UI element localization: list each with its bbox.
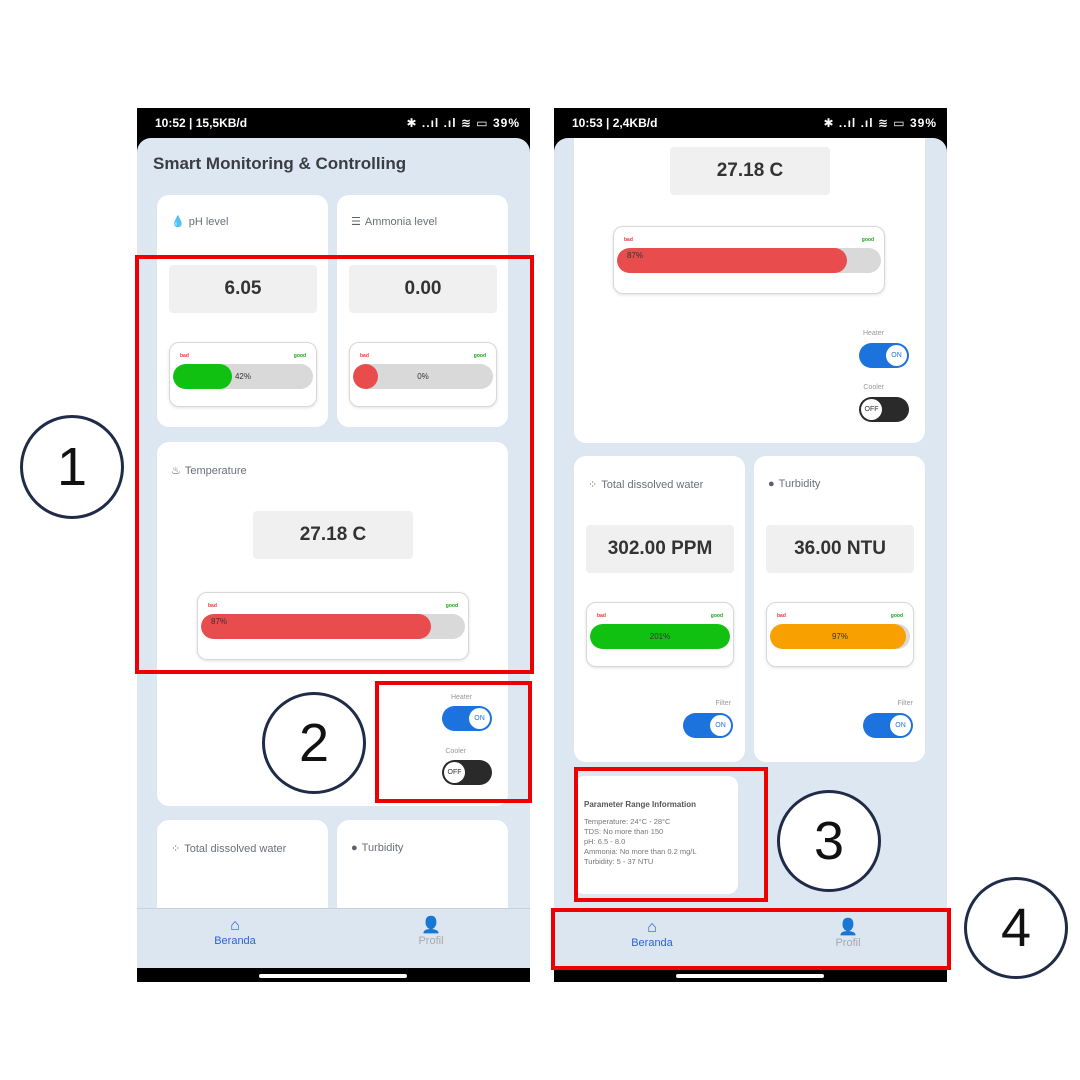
turbidity-header: ● Turbidity (768, 478, 820, 490)
turbidity-gauge: bad good 97% (766, 602, 914, 667)
highlight-box-4 (551, 908, 951, 970)
heater-toggle[interactable]: ON (859, 343, 909, 368)
cooler-toggle-state: OFF (861, 399, 882, 420)
drops-icon: ⁘ (588, 479, 598, 491)
status-time: 10:53 | 2,4KB/d (572, 116, 658, 130)
nav-beranda-label: Beranda (214, 935, 256, 947)
home-indicator[interactable] (259, 974, 407, 978)
status-icons: ✱ ..ıl .ıl ≋ ▭ 39% (823, 116, 937, 130)
heater-label: Heater (862, 330, 884, 337)
gauge-bad-label: bad (777, 613, 786, 619)
cooler-label: Cooler (863, 384, 884, 391)
tds-value: 302.00 PPM (586, 525, 734, 573)
system-nav-strip (554, 968, 947, 982)
gauge-good-label: good (890, 613, 903, 619)
turbidity-card: ● Turbidity 36.00 NTU bad good 97% Filte… (754, 456, 925, 762)
filter-label: Filter (897, 700, 913, 707)
nav-beranda[interactable]: ⌂ Beranda (185, 917, 285, 947)
tds-label: Total dissolved water (184, 842, 287, 855)
callout-2: 2 (262, 692, 366, 794)
gauge-track: 97% (770, 624, 910, 649)
filter-toggle-state: ON (710, 715, 731, 736)
bottom-nav: ⌂ Beranda 👤 Profil (137, 908, 530, 968)
tds-card: ⁘ Total dissolved water 302.00 PPM bad g… (574, 456, 745, 762)
tds-label: Total dissolved water (601, 478, 704, 491)
status-bar: 10:52 | 15,5KB/d ✱ ..ıl .ıl ≋ ▭ 39% (137, 108, 530, 138)
turbidity-label: Turbidity (778, 478, 821, 490)
callout-4: 4 (964, 877, 1068, 979)
turbidity-label: Turbidity (361, 842, 404, 854)
ph-label: pH level (188, 215, 229, 228)
nav-profil-label: Profil (418, 935, 444, 947)
cooler-toggle[interactable]: OFF (859, 397, 909, 422)
gauge-bad-label: bad (597, 613, 606, 619)
callout-3: 3 (777, 790, 881, 892)
water-drop-icon: 💧 (171, 216, 185, 228)
temperature-gauge: bad good 87% (613, 226, 885, 294)
drops-icon: ⁘ (171, 843, 181, 855)
system-nav-strip (137, 968, 530, 982)
gauge-good-label: good (710, 613, 723, 619)
ammonia-header: ☰ Ammonia level (351, 215, 438, 229)
status-bar: 10:53 | 2,4KB/d ✱ ..ıl .ıl ≋ ▭ 39% (554, 108, 947, 138)
app-title: Smart Monitoring & Controlling (153, 154, 407, 173)
home-indicator[interactable] (676, 974, 824, 978)
ammonia-label: Ammonia level (364, 215, 438, 228)
temperature-value: 27.18 C (670, 147, 830, 195)
gauge-fill (617, 248, 847, 273)
temperature-card: 27.18 C bad good 87% Heater ON Cooler OF… (574, 138, 925, 443)
filter-toggle-state: ON (890, 715, 911, 736)
highlight-box-2 (375, 681, 532, 803)
tds-header: ⁘ Total dissolved water (588, 478, 704, 492)
filter-label: Filter (715, 700, 731, 707)
lines-icon: ☰ (351, 216, 361, 228)
tds-gauge: bad good 201% (586, 602, 734, 667)
turbidity-filter-toggle[interactable]: ON (863, 713, 913, 738)
ph-header: 💧 pH level (171, 215, 229, 229)
gauge-percent: 97% (831, 632, 848, 641)
nav-profil[interactable]: 👤 Profil (381, 917, 481, 947)
tds-header: ⁘ Total dissolved water (171, 842, 287, 856)
person-icon: 👤 (421, 917, 441, 934)
figure-canvas: 10:52 | 15,5KB/d ✱ ..ıl .ıl ≋ ▭ 39% Smar… (0, 0, 1080, 1080)
drop-icon: ● (351, 842, 358, 854)
gauge-track: 87% (617, 248, 881, 273)
drop-icon: ● (768, 478, 775, 490)
turbidity-value: 36.00 NTU (766, 525, 914, 573)
gauge-bad-label: bad (624, 237, 633, 243)
highlight-box-3 (574, 767, 768, 902)
heater-toggle-state: ON (886, 345, 907, 366)
status-time: 10:52 | 15,5KB/d (155, 116, 248, 130)
status-icons: ✱ ..ıl .ıl ≋ ▭ 39% (406, 116, 520, 130)
home-icon: ⌂ (230, 917, 240, 934)
gauge-percent: 201% (649, 632, 671, 641)
gauge-track: 201% (590, 624, 730, 649)
gauge-percent: 87% (627, 251, 644, 260)
gauge-good-label: good (861, 237, 874, 243)
tds-filter-toggle[interactable]: ON (683, 713, 733, 738)
callout-1: 1 (20, 415, 124, 519)
highlight-box-1 (135, 255, 534, 674)
turbidity-header: ● Turbidity (351, 842, 403, 854)
